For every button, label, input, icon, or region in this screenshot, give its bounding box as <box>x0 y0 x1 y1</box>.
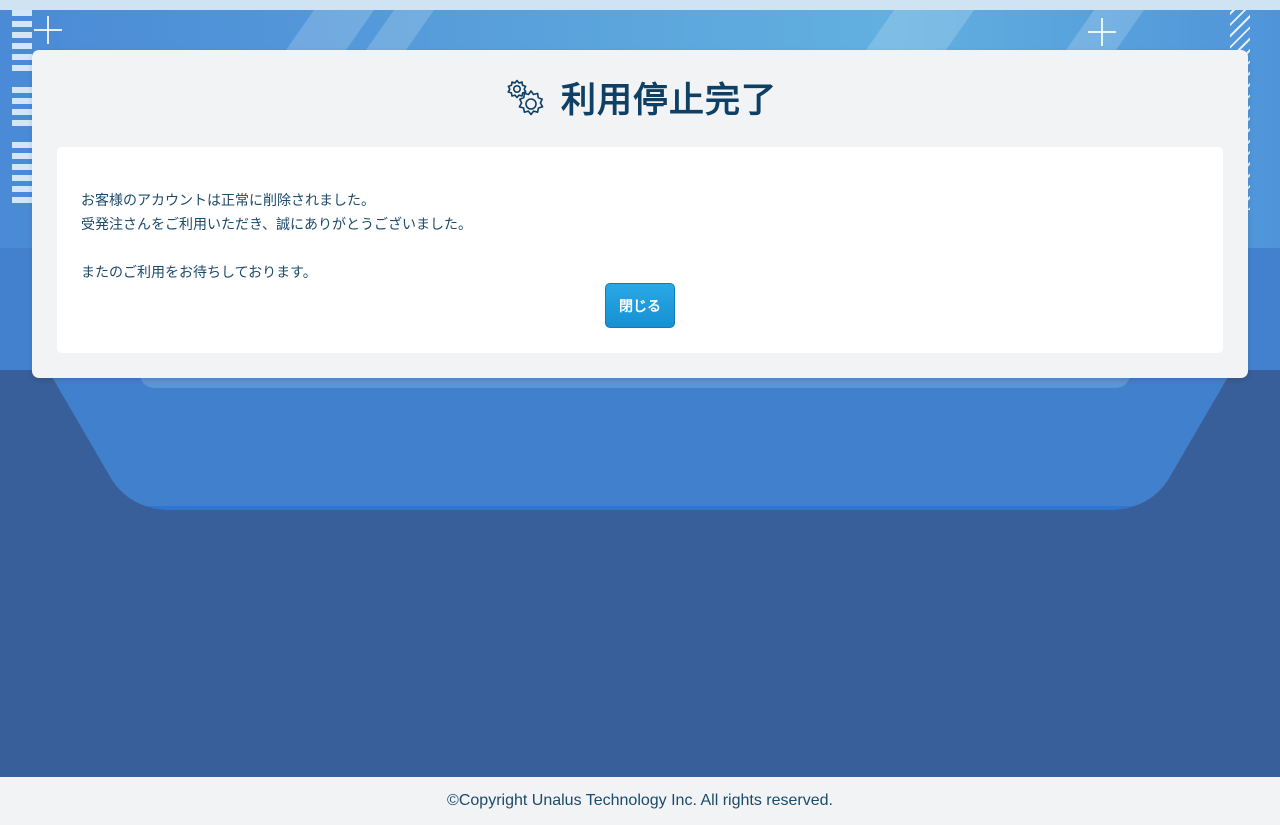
page-title: 利用停止完了 <box>560 80 777 121</box>
message-line: またのご利用をお待ちしております。 <box>81 265 317 281</box>
side-bars-decoration <box>12 10 32 225</box>
plus-decoration-icon <box>34 16 62 44</box>
card-header: 利用停止完了 <box>32 72 1248 122</box>
message-box: お客様のアカウントは正常に削除されました。 受発注さんをご利用いただき、誠にあり… <box>57 147 1223 353</box>
close-button[interactable]: 閉じる <box>605 283 675 328</box>
footer: ©Copyright Unalus Technology Inc. All ri… <box>0 777 1280 825</box>
completion-card: 利用停止完了 お客様のアカウントは正常に削除されました。 受発注さんをご利用いた… <box>32 50 1248 378</box>
gears-icon <box>507 79 544 116</box>
top-strip <box>0 0 1280 10</box>
completion-message: お客様のアカウントは正常に削除されました。 受発注さんをご利用いただき、誠にあり… <box>81 189 472 285</box>
plus-decoration-icon <box>1088 18 1116 46</box>
message-line: お客様のアカウントは正常に削除されました。 <box>81 193 375 209</box>
message-line: 受発注さんをご利用いただき、誠にありがとうございました。 <box>81 217 473 233</box>
copyright-text: ©Copyright Unalus Technology Inc. All ri… <box>447 792 833 809</box>
